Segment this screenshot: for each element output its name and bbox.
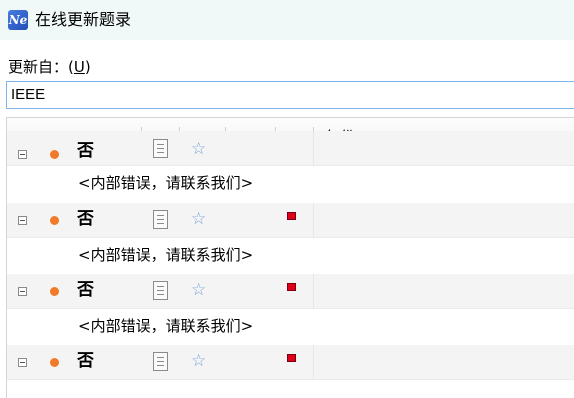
document-icon[interactable] [153,210,168,229]
row-message: <内部错误，请联系我们> [78,317,254,335]
star-icon[interactable]: ☆ [191,139,206,159]
status-dot-icon [50,216,59,225]
collapse-icon[interactable] [18,287,27,296]
window-title: 在线更新题录 [35,10,132,29]
row-status-text: 否 [77,209,94,229]
star-icon[interactable]: ☆ [191,280,206,300]
noteexpress-app-icon: Ne [8,10,28,30]
update-from-label: 更新自：(U) [8,58,91,76]
table-row-detail: <内部错误，请联系我们> [7,309,574,343]
row-message: <内部错误，请联系我们> [78,246,254,264]
document-icon[interactable] [153,352,168,371]
update-source-field[interactable]: IEEE [6,81,574,109]
document-icon[interactable] [153,139,168,158]
collapse-icon[interactable] [18,358,27,367]
table-row-detail: <内部错误，请联系我们> [7,238,574,272]
star-icon[interactable]: ☆ [191,209,206,229]
row-status-text: 否 [77,280,94,300]
collapse-icon[interactable] [18,150,27,159]
table-row[interactable]: 否 ☆ [7,131,574,166]
cell-divider [313,131,314,165]
table-row[interactable]: 否 ☆ [7,274,574,309]
row-message: <内部错误，请联系我们> [78,174,254,192]
document-icon[interactable] [153,281,168,300]
row-status-text: 否 [77,141,94,161]
flag-icon [287,283,296,291]
collapse-icon[interactable] [18,216,27,225]
records-grid[interactable]: 年份 否 ☆ <内部错误，请联系我们> 否 ☆ [6,117,574,398]
cell-divider [313,274,314,308]
cell-divider [313,203,314,237]
flag-icon [287,354,296,362]
flag-icon [287,212,296,220]
table-row[interactable]: 否 ☆ [7,203,574,238]
title-bar: Ne 在线更新题录 [0,0,574,40]
table-row[interactable]: 否 ☆ [7,345,574,380]
cell-divider [313,345,314,379]
status-dot-icon [50,358,59,367]
status-dot-icon [50,150,59,159]
row-status-text: 否 [77,351,94,371]
star-icon[interactable]: ☆ [191,351,206,371]
status-dot-icon [50,287,59,296]
table-row-detail: <内部错误，请联系我们> [7,166,574,200]
